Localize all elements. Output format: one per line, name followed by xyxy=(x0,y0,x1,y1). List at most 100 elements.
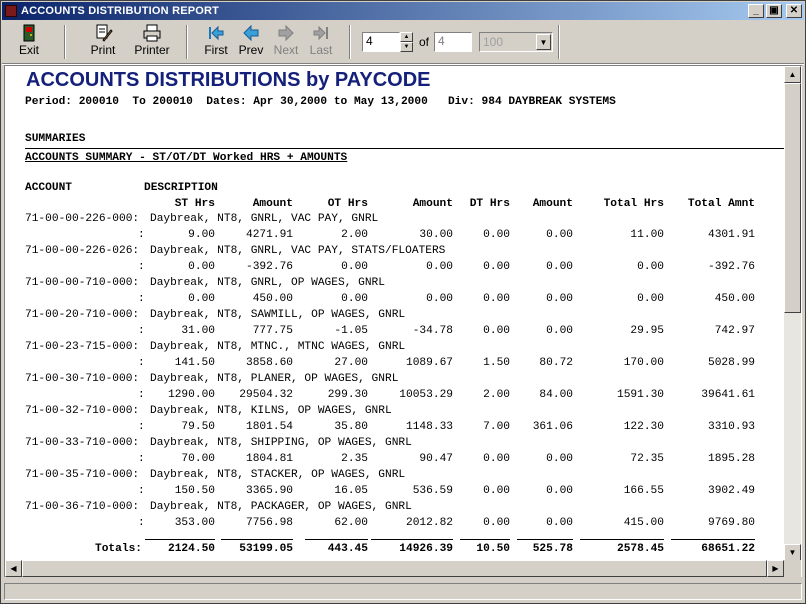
vertical-scrollbar[interactable]: ▲ ▼ xyxy=(784,66,801,561)
account-code: 71-00-00-226-026: xyxy=(25,245,140,257)
table-cell: 39641.61 xyxy=(701,389,755,401)
table-cell: 3365.90 xyxy=(246,485,293,497)
table-cell: 450.00 xyxy=(714,293,755,305)
horizontal-scroll-thumb[interactable] xyxy=(22,560,767,577)
table-cell: 0.00 xyxy=(341,261,368,273)
first-page-button[interactable]: First xyxy=(202,23,230,61)
table-cell: 90.47 xyxy=(419,453,453,465)
printer-button[interactable]: Printer xyxy=(132,23,172,61)
column-header: Amount xyxy=(412,198,453,210)
table-cell: 415.00 xyxy=(623,517,664,529)
table-cell: 84.00 xyxy=(539,389,573,401)
row-colon: : xyxy=(138,517,145,529)
table-cell: 0.00 xyxy=(483,485,510,497)
total-cell: 443.45 xyxy=(327,543,368,555)
account-description: Daybreak, NT8, GNRL, VAC PAY, STATS/FLOA… xyxy=(150,245,446,257)
scroll-up-icon[interactable]: ▲ xyxy=(784,66,801,83)
table-cell: 0.00 xyxy=(546,517,573,529)
table-cell: 1591.30 xyxy=(617,389,664,401)
table-cell: 166.55 xyxy=(623,485,664,497)
table-cell: 35.80 xyxy=(334,421,368,433)
table-cell: 0.00 xyxy=(483,229,510,241)
table-cell: 0.00 xyxy=(546,453,573,465)
toolbar-separator xyxy=(64,25,66,59)
scroll-right-icon[interactable]: ▶ xyxy=(767,560,784,577)
table-cell: 0.00 xyxy=(188,261,215,273)
chevron-down-icon[interactable]: ▼ xyxy=(536,34,551,50)
next-label: Next xyxy=(273,43,299,57)
header-account: ACCOUNT xyxy=(25,182,72,194)
horizontal-scrollbar[interactable]: ◀ ▶ xyxy=(5,560,784,577)
last-page-button[interactable]: Last xyxy=(307,23,335,61)
zoom-select[interactable]: 100 ▼ xyxy=(479,32,553,52)
next-page-icon xyxy=(276,23,296,43)
table-cell: 4271.91 xyxy=(246,229,293,241)
totals-underline xyxy=(517,539,573,540)
total-cell: 10.50 xyxy=(476,543,510,555)
prev-label: Prev xyxy=(238,43,264,57)
vertical-scroll-thumb[interactable] xyxy=(784,83,801,313)
total-cell: 53199.05 xyxy=(239,543,293,555)
table-cell: 2.35 xyxy=(341,453,368,465)
table-cell: -1.05 xyxy=(334,325,368,337)
exit-button[interactable]: Exit xyxy=(16,23,42,61)
totals-underline xyxy=(221,539,293,540)
minimize-icon: _ xyxy=(753,5,759,16)
prev-page-icon xyxy=(241,23,261,43)
print-button[interactable]: Print xyxy=(88,23,118,61)
period-line: Period: 200010 To 200010 Dates: Apr 30,2… xyxy=(25,96,616,108)
table-cell: 62.00 xyxy=(334,517,368,529)
account-description: Daybreak, NT8, SAWMILL, OP WAGES, GNRL xyxy=(150,309,406,321)
table-cell: 1148.33 xyxy=(406,421,453,433)
column-header: OT Hrs xyxy=(327,198,368,210)
next-page-button[interactable]: Next xyxy=(272,23,300,61)
account-description: Daybreak, NT8, SHIPPING, OP WAGES, GNRL xyxy=(150,437,412,449)
table-cell: 3310.93 xyxy=(708,421,755,433)
maximize-button[interactable]: ▣ xyxy=(766,4,782,18)
of-label: of xyxy=(419,35,430,49)
report-window: ACCOUNTS DISTRIBUTION REPORT _ ▣ ✕ Exit … xyxy=(0,0,806,604)
title-bar[interactable]: ACCOUNTS DISTRIBUTION REPORT _ ▣ ✕ xyxy=(2,2,804,20)
totals-underline xyxy=(145,539,215,540)
close-button[interactable]: ✕ xyxy=(786,4,802,18)
scroll-down-icon[interactable]: ▼ xyxy=(784,544,801,561)
toolbar-separator xyxy=(558,25,560,59)
table-cell: 31.00 xyxy=(181,325,215,337)
first-label: First xyxy=(204,43,228,57)
total-cell: 2578.45 xyxy=(617,543,664,555)
table-cell: 27.00 xyxy=(334,357,368,369)
report-viewport[interactable]: ACCOUNTS DISTRIBUTIONS by PAYCODE Period… xyxy=(4,65,802,577)
table-cell: 29504.32 xyxy=(239,389,293,401)
table-cell: 0.00 xyxy=(426,293,453,305)
table-cell: 4301.91 xyxy=(708,229,755,241)
prev-page-button[interactable]: Prev xyxy=(237,23,265,61)
table-cell: 7756.98 xyxy=(246,517,293,529)
current-page-input[interactable]: 4 xyxy=(362,32,400,52)
table-cell: 79.50 xyxy=(181,421,215,433)
table-cell: 5028.99 xyxy=(708,357,755,369)
spin-down-icon[interactable]: ▼ xyxy=(400,42,413,52)
status-bar xyxy=(2,581,804,603)
spin-up-icon[interactable]: ▲ xyxy=(400,32,413,42)
table-cell: -392.76 xyxy=(708,261,755,273)
table-cell: 30.00 xyxy=(419,229,453,241)
minimize-button[interactable]: _ xyxy=(748,4,764,18)
table-cell: 29.95 xyxy=(630,325,664,337)
table-cell: 1089.67 xyxy=(406,357,453,369)
account-code: 71-00-32-710-000: xyxy=(25,405,140,417)
table-cell: 0.00 xyxy=(483,261,510,273)
account-code: 71-00-30-710-000: xyxy=(25,373,140,385)
divider xyxy=(25,148,785,149)
table-cell: 122.30 xyxy=(623,421,664,433)
scroll-left-icon[interactable]: ◀ xyxy=(5,560,22,577)
table-cell: 0.00 xyxy=(188,293,215,305)
page-spinner[interactable]: ▲ ▼ xyxy=(400,32,413,52)
table-cell: 72.35 xyxy=(630,453,664,465)
column-header: Total Amnt xyxy=(687,198,755,210)
table-cell: 0.00 xyxy=(483,517,510,529)
zoom-value: 100 xyxy=(483,35,504,49)
table-cell: 3902.49 xyxy=(708,485,755,497)
account-description: Daybreak, NT8, MTNC., MTNC WAGES, GNRL xyxy=(150,341,406,353)
row-colon: : xyxy=(138,261,145,273)
total-cell: 14926.39 xyxy=(399,543,453,555)
